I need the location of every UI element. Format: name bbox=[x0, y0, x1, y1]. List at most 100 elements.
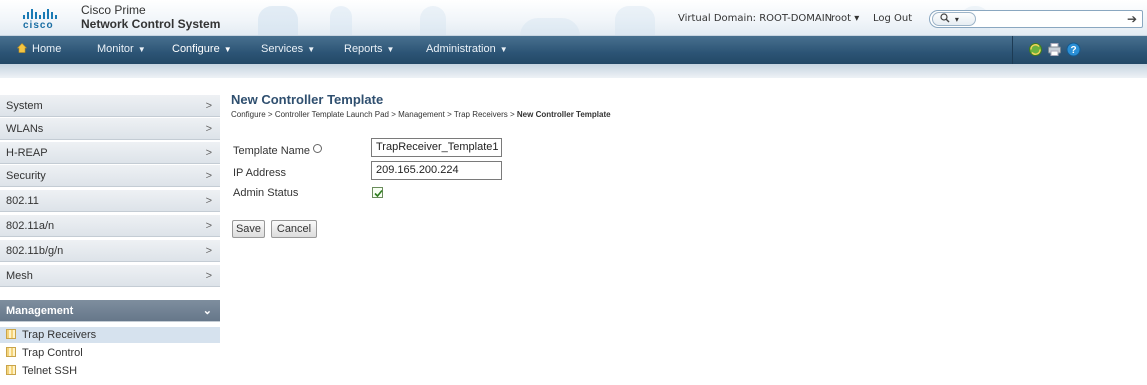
user-menu[interactable]: root ▾ bbox=[831, 13, 859, 24]
page-title: New Controller Template bbox=[231, 92, 384, 107]
admin-status-checkbox[interactable] bbox=[372, 187, 383, 198]
nav-home-label: Home bbox=[32, 43, 62, 55]
breadcrumb-separator: > bbox=[267, 110, 273, 119]
cancel-button[interactable]: Cancel bbox=[271, 220, 317, 238]
chevron-right-icon: > bbox=[205, 270, 212, 282]
nav-administration-label: Administration bbox=[426, 43, 496, 55]
nav-reports-label: Reports bbox=[344, 43, 383, 55]
sidebar-item-security[interactable]: Security > bbox=[0, 165, 220, 187]
ip-address-field[interactable]: 209.165.200.224 bbox=[371, 161, 502, 180]
sidebar-item-label: Management bbox=[6, 305, 74, 317]
sidebar-item-802-11bgn[interactable]: 802.11b/g/n > bbox=[0, 240, 220, 262]
breadcrumb-link-management[interactable]: Management bbox=[398, 110, 445, 119]
ip-address-label: IP Address bbox=[233, 167, 286, 179]
nav-shadow-strip bbox=[0, 64, 1147, 78]
cisco-logo-bars bbox=[23, 9, 63, 19]
cisco-logo: cisco bbox=[23, 9, 63, 31]
chevron-right-icon: > bbox=[205, 123, 212, 135]
globe-refresh-icon[interactable] bbox=[1028, 42, 1043, 57]
breadcrumb-link-configure[interactable]: Configure bbox=[231, 110, 266, 119]
sidebar-item-label: H-REAP bbox=[6, 147, 48, 159]
nav-monitor-label: Monitor bbox=[97, 43, 134, 55]
search-scope-dropdown[interactable]: ▾ bbox=[932, 12, 976, 26]
sidebar-subitem-trap-receivers[interactable]: Trap Receivers bbox=[0, 327, 220, 343]
chevron-down-icon: ▼ bbox=[499, 45, 508, 54]
magnifier-icon bbox=[940, 13, 950, 23]
app-header: cisco Cisco Prime Network Control System… bbox=[0, 0, 1147, 36]
sidebar-item-label: 802.11 bbox=[6, 195, 39, 207]
nav-services[interactable]: Services ▼ bbox=[261, 43, 315, 55]
help-icon[interactable]: ? bbox=[1066, 42, 1081, 57]
template-icon bbox=[6, 329, 16, 339]
sidebar-item-802-11[interactable]: 802.11 > bbox=[0, 190, 220, 212]
chevron-right-icon: > bbox=[205, 147, 212, 159]
logout-link[interactable]: Log Out bbox=[873, 13, 912, 24]
sidebar-item-system[interactable]: System > bbox=[0, 95, 220, 117]
template-name-field[interactable]: TrapReceiver_Template1 bbox=[371, 138, 502, 157]
info-icon[interactable] bbox=[313, 144, 323, 153]
breadcrumb-link-trap-receivers[interactable]: Trap Receivers bbox=[454, 110, 508, 119]
sidebar-item-label: WLANs bbox=[6, 123, 44, 135]
breadcrumb-current: New Controller Template bbox=[516, 110, 611, 119]
chevron-down-icon: ⌄ bbox=[202, 305, 212, 317]
header-decoration bbox=[258, 6, 298, 35]
nav-configure-label: Configure bbox=[172, 43, 220, 55]
chevron-down-icon: ▼ bbox=[223, 45, 232, 54]
sidebar-item-management[interactable]: Management ⌄ bbox=[0, 300, 220, 322]
nav-configure[interactable]: Configure ▼ bbox=[172, 43, 232, 55]
nav-reports[interactable]: Reports ▼ bbox=[344, 43, 394, 55]
chevron-down-icon: ▾ bbox=[954, 15, 959, 24]
nav-home[interactable]: Home bbox=[17, 43, 61, 55]
save-button[interactable]: Save bbox=[232, 220, 265, 238]
checkmark-icon bbox=[374, 189, 383, 198]
sidebar-item-label: 802.11b/g/n bbox=[6, 245, 64, 257]
virtual-domain-label: Virtual Domain: ROOT-DOMAIN bbox=[678, 13, 833, 24]
template-name-label: Template Name bbox=[233, 144, 323, 157]
chevron-right-icon: > bbox=[205, 195, 212, 207]
home-icon bbox=[17, 43, 27, 53]
header-decoration bbox=[520, 18, 580, 35]
sidebar-item-802-11an[interactable]: 802.11a/n > bbox=[0, 215, 220, 237]
nav-administration[interactable]: Administration ▼ bbox=[426, 43, 508, 55]
sidebar-subitem-trap-control[interactable]: Trap Control bbox=[0, 345, 220, 361]
nav-monitor[interactable]: Monitor ▼ bbox=[97, 43, 146, 55]
chevron-down-icon: ▼ bbox=[307, 45, 316, 54]
svg-text:?: ? bbox=[1070, 45, 1076, 56]
sidebar-item-wlans[interactable]: WLANs > bbox=[0, 118, 220, 140]
header-decoration bbox=[330, 6, 352, 35]
sidebar-subitem-label: Telnet SSH bbox=[22, 365, 78, 377]
sidebar-item-label: System bbox=[6, 100, 43, 112]
sidebar-item-label: 802.11a/n bbox=[6, 220, 55, 232]
sidebar-item-mesh[interactable]: Mesh > bbox=[0, 265, 220, 287]
nav-services-label: Services bbox=[261, 43, 304, 55]
search-input[interactable]: ▾ ➔ bbox=[929, 10, 1143, 28]
sidebar-item-h-reap[interactable]: H-REAP > bbox=[0, 142, 220, 164]
breadcrumb-separator: > bbox=[391, 110, 396, 119]
product-name-line1: Cisco Prime bbox=[81, 3, 146, 17]
arrow-right-icon[interactable]: ➔ bbox=[1127, 12, 1137, 26]
breadcrumb-link-launch-pad[interactable]: Controller Template Launch Pad bbox=[275, 110, 389, 119]
product-name: Cisco Prime Network Control System bbox=[81, 3, 220, 31]
chevron-right-icon: > bbox=[205, 170, 212, 182]
chevron-right-icon: > bbox=[205, 100, 212, 112]
chevron-down-icon: ▼ bbox=[137, 45, 146, 54]
cisco-logo-text: cisco bbox=[23, 20, 54, 31]
admin-status-label: Admin Status bbox=[233, 187, 299, 199]
header-decoration bbox=[615, 6, 655, 35]
sidebar-subitem-label: Trap Receivers bbox=[22, 329, 97, 341]
sidebar-item-label: Mesh bbox=[6, 270, 33, 282]
sidebar-subitem-telnet-ssh[interactable]: Telnet SSH bbox=[0, 363, 220, 379]
breadcrumb-separator: > bbox=[447, 110, 452, 119]
template-name-label-text: Template Name bbox=[233, 145, 311, 157]
sidebar-item-label: Security bbox=[6, 170, 46, 182]
chevron-down-icon: ▼ bbox=[386, 45, 395, 54]
sidebar-subitem-label: Trap Control bbox=[22, 347, 83, 359]
template-icon bbox=[6, 365, 16, 375]
breadcrumb: Configure > Controller Template Launch P… bbox=[231, 110, 611, 119]
breadcrumb-separator: > bbox=[510, 110, 515, 119]
product-name-line2: Network Control System bbox=[81, 17, 221, 31]
chevron-right-icon: > bbox=[205, 245, 212, 257]
printer-icon[interactable] bbox=[1047, 42, 1062, 57]
header-decoration bbox=[420, 6, 446, 35]
template-icon bbox=[6, 347, 16, 357]
